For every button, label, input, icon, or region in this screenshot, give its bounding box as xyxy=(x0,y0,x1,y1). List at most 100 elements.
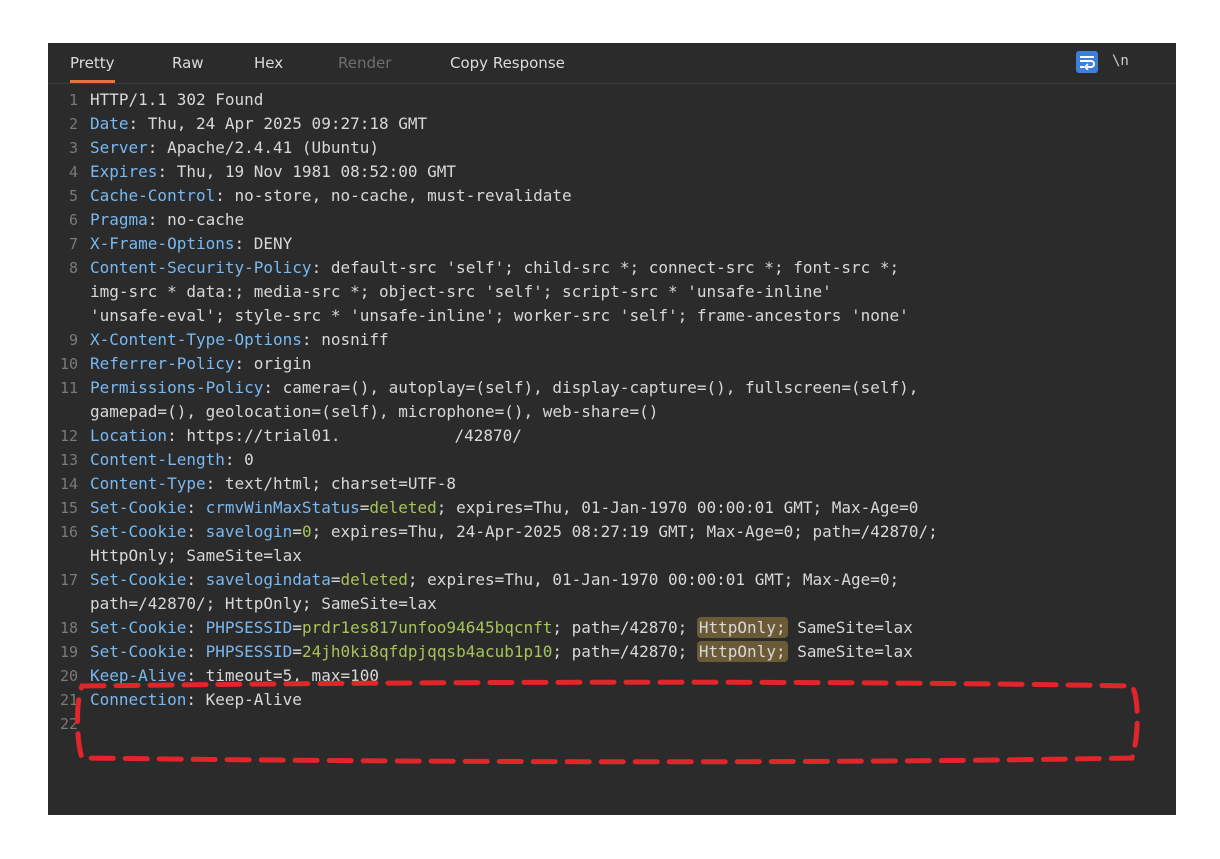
separator: : xyxy=(186,642,206,661)
separator: = xyxy=(292,618,302,637)
tab-raw[interactable]: Raw xyxy=(172,43,204,83)
header-name: Set-Cookie xyxy=(90,498,187,517)
code-line: 13 Content-Length: 0 xyxy=(48,448,1176,472)
separator: : xyxy=(301,330,322,349)
separator: : xyxy=(186,498,206,517)
code-line: 16 Set-Cookie: savelogin=0; expires=Thu, … xyxy=(48,520,1176,544)
status-line: HTTP/1.1 302 Found xyxy=(90,90,264,109)
code-line: 22 xyxy=(48,712,1176,736)
header-name: Expires xyxy=(90,162,158,181)
separator: : xyxy=(147,138,168,157)
separator: : xyxy=(167,426,187,445)
line-number: 19 xyxy=(59,643,78,661)
line-text: HttpOnly; SameSite=lax xyxy=(90,544,302,568)
code-line: 2 Date: Thu, 24 Apr 2025 09:27:18 GMT xyxy=(48,112,1176,136)
code-line: 9 X-Content-Type-Options: nosniff xyxy=(48,328,1176,352)
cookie-attributes: ; expires=Thu, 24-Apr-2025 08:27:19 GMT;… xyxy=(311,522,938,541)
line-number: 7 xyxy=(68,235,78,253)
line-number: 16 xyxy=(59,523,78,541)
line-text: Connection: Keep-Alive xyxy=(90,688,302,712)
code-line: 10 Referrer-Policy: origin xyxy=(48,352,1176,376)
header-name: Pragma xyxy=(90,210,148,229)
line-text: Pragma: no-cache xyxy=(90,208,244,232)
cookie-name: crmvWinMaxStatus xyxy=(205,498,360,517)
line-number: 18 xyxy=(59,619,78,637)
header-name: Set-Cookie xyxy=(90,642,187,661)
cookie-attributes: ; path=/42870; xyxy=(552,618,697,637)
cookie-value: 24jh0ki8qfdpjqqsb4acub1p10 xyxy=(301,642,553,661)
separator: = xyxy=(359,498,370,517)
response-body: 1 HTTP/1.1 302 Found 2 Date: Thu, 24 Apr 20… xyxy=(48,88,1176,736)
copy-response-button[interactable]: Copy Response xyxy=(450,43,565,83)
header-value: path=/42870/; HttpOnly; SameSite=lax xyxy=(90,594,437,613)
code-line: path=/42870/; HttpOnly; SameSite=lax xyxy=(48,592,1176,616)
header-name: X-Frame-Options xyxy=(90,234,235,253)
cookie-attributes: ; path=/42870; xyxy=(552,642,697,661)
cookie-name: PHPSESSID xyxy=(205,618,293,637)
line-text: HTTP/1.1 302 Found xyxy=(90,88,263,112)
tab-pretty[interactable]: Pretty xyxy=(70,43,115,83)
cookie-value: prdr1es817unfoo94645bqcnft xyxy=(301,618,553,637)
header-value: Thu, 24 Apr 2025 09:27:18 GMT xyxy=(147,114,428,133)
header-value: timeout=5, max=100 xyxy=(205,666,379,685)
header-value: origin xyxy=(253,354,312,373)
header-name: Permissions-Policy xyxy=(90,378,264,397)
line-text: Server: Apache/2.4.41 (Ubuntu) xyxy=(90,136,379,160)
line-text: Set-Cookie: crmvWinMaxStatus=deleted; ex… xyxy=(90,496,918,520)
header-name: Content-Length xyxy=(90,450,225,469)
separator: : xyxy=(263,378,283,397)
header-name: Keep-Alive xyxy=(90,666,187,685)
cookie-attributes: SameSite=lax xyxy=(787,642,913,661)
line-text: Set-Cookie: PHPSESSID=prdr1es817unfoo946… xyxy=(90,616,913,640)
line-text: X-Frame-Options: DENY xyxy=(90,232,292,256)
response-tab-bar: Pretty Raw Hex Render Copy Response \n xyxy=(48,43,1176,84)
line-text: 'unsafe-eval'; style-src * 'unsafe-inlin… xyxy=(90,304,909,328)
code-line: 14 Content-Type: text/html; charset=UTF-8 xyxy=(48,472,1176,496)
header-name: Server xyxy=(90,138,148,157)
code-line: 20 Keep-Alive: timeout=5, max=100 xyxy=(48,664,1176,688)
line-number: 17 xyxy=(59,571,78,589)
line-text: Set-Cookie: savelogin=0; expires=Thu, 24… xyxy=(90,520,938,544)
code-line: 11 Permissions-Policy: camera=(), autopla… xyxy=(48,376,1176,400)
header-value: DENY xyxy=(253,234,293,253)
line-number: 22 xyxy=(59,715,78,733)
header-value: img-src * data:; media-src *; object-src… xyxy=(90,282,832,301)
cookie-attributes: ; expires=Thu, 01-Jan-1970 00:00:01 GMT;… xyxy=(407,570,900,589)
tab-render: Render xyxy=(338,54,392,72)
line-text: Content-Security-Policy: default-src 'se… xyxy=(90,256,899,280)
separator: : xyxy=(128,114,148,133)
code-line: 5 Cache-Control: no-store, no-cache, must… xyxy=(48,184,1176,208)
line-number: 1 xyxy=(68,91,78,109)
httponly-highlight: HttpOnly; xyxy=(696,641,788,662)
code-line: 4 Expires: Thu, 19 Nov 1981 08:52:00 GMT xyxy=(48,160,1176,184)
header-value: camera=(), autoplay=(self), display-capt… xyxy=(282,378,919,397)
header-name: Connection xyxy=(90,690,187,709)
code-line: img-src * data:; media-src *; object-src… xyxy=(48,280,1176,304)
line-number: 5 xyxy=(68,187,78,205)
header-name: X-Content-Type-Options xyxy=(90,330,302,349)
line-number: 20 xyxy=(59,667,78,685)
code-line: 21 Connection: Keep-Alive xyxy=(48,688,1176,712)
line-text: Set-Cookie: savelogindata=deleted; expir… xyxy=(90,568,899,592)
header-name: Cache-Control xyxy=(90,186,216,205)
show-newlines-button[interactable]: \n xyxy=(1112,43,1129,83)
response-panel: Pretty Raw Hex Render Copy Response \n 1… xyxy=(48,43,1176,815)
header-value: gamepad=(), geolocation=(self), micropho… xyxy=(90,402,659,421)
tab-hex[interactable]: Hex xyxy=(254,43,283,83)
code-line: 3 Server: Apache/2.4.41 (Ubuntu) xyxy=(48,136,1176,160)
line-text: Content-Type: text/html; charset=UTF-8 xyxy=(90,472,456,496)
header-value: Apache/2.4.41 (Ubuntu) xyxy=(167,138,379,157)
line-text: gamepad=(), geolocation=(self), micropho… xyxy=(90,400,658,424)
header-value: Thu, 19 Nov 1981 08:52:00 GMT xyxy=(176,162,457,181)
code-line: 'unsafe-eval'; style-src * 'unsafe-inlin… xyxy=(48,304,1176,328)
line-number: 12 xyxy=(59,427,78,445)
httponly-highlight: HttpOnly; xyxy=(696,617,788,638)
line-number: 8 xyxy=(68,259,78,277)
wrap-lines-icon[interactable] xyxy=(1076,51,1098,73)
separator: : xyxy=(186,618,206,637)
code-line: 18 Set-Cookie: PHPSESSID=prdr1es817unfoo9… xyxy=(48,616,1176,640)
separator: : xyxy=(186,690,206,709)
header-value: Keep-Alive xyxy=(205,690,302,709)
cookie-value: deleted xyxy=(340,570,408,589)
line-text: Expires: Thu, 19 Nov 1981 08:52:00 GMT xyxy=(90,160,456,184)
